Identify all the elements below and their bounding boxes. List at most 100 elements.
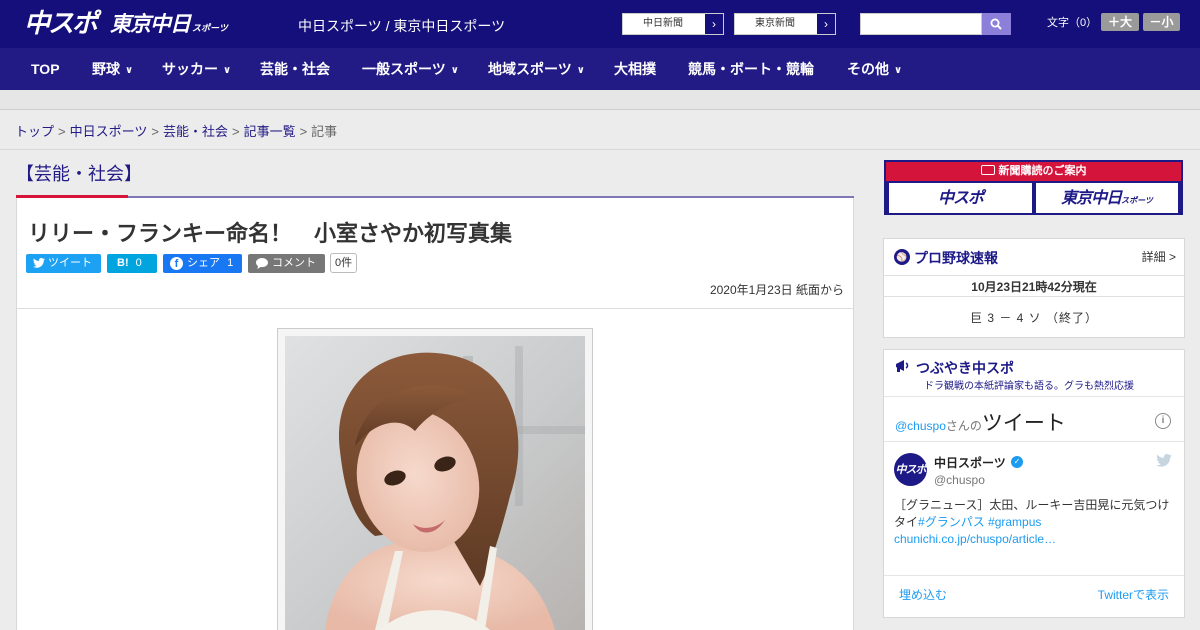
hatena-bookmark-button[interactable]: B! 0 [107, 254, 157, 273]
portrait-image [285, 336, 585, 630]
search-button[interactable] [982, 13, 1011, 35]
nav-item-general-sports[interactable]: 一般スポーツ ∨ [362, 48, 459, 90]
ext-link-label: 中日新聞 [643, 18, 683, 29]
breadcrumb-separator: > [231, 124, 240, 139]
nav-item-racing[interactable]: 競馬・ボート・競輪 [688, 48, 814, 90]
chevron-down-icon: ∨ [450, 65, 459, 76]
nav-label: 野球 [92, 61, 120, 77]
twitter-bird-icon[interactable] [1156, 454, 1172, 467]
nav-label: 競馬・ボート・競輪 [688, 61, 814, 77]
chuspo-subscribe-button[interactable]: 中スポ [889, 183, 1032, 213]
divider [884, 396, 1184, 397]
breadcrumb-chuspo[interactable]: 中日スポーツ [70, 124, 148, 139]
nav-item-sumo[interactable]: 大相撲 [614, 48, 656, 90]
nav-label: その他 [847, 61, 889, 77]
category-heading: 【芸能・社会】 [16, 164, 142, 184]
tweets-by-header: @chuspoさんのツイート [895, 407, 1066, 437]
newspaper-icon [980, 165, 995, 175]
top-header: 中スポ 東京中日 スポーツ 中日スポーツ / 東京中日スポーツ 中日新聞 › 東京… [0, 0, 1200, 48]
promo-b-small: スポーツ [1121, 196, 1153, 205]
nav-label: 芸能・社会 [260, 61, 330, 77]
widget-subtitle: ドラ観戦の本紙評論家も語る。グラも熱烈応援 [924, 381, 1134, 392]
breadcrumb: トップ > 中日スポーツ > 芸能・社会 > 記事一覧 > 記事 [15, 121, 337, 140]
chevron-right-icon: › [815, 14, 835, 34]
breadcrumb-top[interactable]: トップ [15, 124, 54, 139]
facebook-label: シェア [187, 257, 220, 269]
divider [884, 575, 1184, 576]
tweets-by-title: ツイート [981, 412, 1066, 435]
nav-item-other[interactable]: その他 ∨ [847, 48, 902, 90]
tokyo-shimbun-link[interactable]: 東京新聞 › [734, 13, 836, 35]
nav-item-soccer[interactable]: サッカー ∨ [162, 48, 231, 90]
font-size-label: 文字（0） [1047, 17, 1098, 29]
nav-item-regional-sports[interactable]: 地域スポーツ ∨ [488, 48, 585, 90]
tokyo-chunichi-subscribe-button[interactable]: 東京中日スポーツ [1036, 183, 1178, 213]
tweet-hashtags[interactable]: #グランパス #grampus [918, 515, 1041, 529]
site-name: 中日スポーツ / 東京中日スポーツ [298, 18, 506, 34]
divider [884, 441, 1184, 442]
embed-link[interactable]: 埋め込む [899, 586, 947, 603]
avatar[interactable]: 中スポ [894, 453, 927, 486]
nav-label: 一般スポーツ [362, 61, 446, 77]
facebook-count: 1 [227, 257, 234, 269]
verified-badge-icon: ✓ [1011, 456, 1023, 468]
tweet-text: ［グラニュース］太田、ルーキー吉田晃に元気つけタイ#グランパス #grampus… [894, 497, 1180, 548]
nav-label: TOP [31, 61, 60, 77]
details-link[interactable]: 詳細 > [1142, 248, 1176, 265]
font-larger-button[interactable]: ＋大 [1101, 13, 1139, 31]
twitter-bird-icon [33, 258, 45, 268]
facebook-share-button[interactable]: f シェア 1 [163, 254, 242, 273]
speech-bubble-icon [256, 258, 268, 269]
ad-strip [0, 90, 1200, 110]
subscription-banner[interactable]: 新聞購読のご案内 中スポ 東京中日スポーツ [884, 160, 1183, 215]
comment-label: コメント [272, 257, 316, 269]
nav-item-entertainment[interactable]: 芸能・社会 [260, 48, 330, 90]
score-timestamp: 10月23日21時42分現在 [884, 275, 1184, 297]
comment-button[interactable]: コメント [248, 254, 325, 273]
nav-label: 地域スポーツ [488, 61, 572, 77]
font-smaller-button[interactable]: －小 [1143, 13, 1180, 31]
article-title: リリー・フランキー命名！ 小室さやか初写真集 [28, 221, 513, 246]
chevron-down-icon: ∨ [125, 65, 134, 76]
breadcrumb-entertainment[interactable]: 芸能・社会 [163, 124, 228, 139]
tweet-author-handle[interactable]: @chuspo [934, 473, 985, 487]
game-score[interactable]: 巨 3 － 4 ソ （終了） [884, 309, 1184, 326]
tokyo-logo-text: 東京中日 [110, 12, 191, 36]
chevron-right-icon: › [703, 14, 723, 34]
widget-title: つぶやき中スポ [916, 360, 1014, 376]
baseball-icon: ⚾ [894, 249, 910, 265]
main-nav: TOP 野球 ∨ サッカー ∨ 芸能・社会 一般スポーツ ∨ 地域スポーツ ∨ 大相撲 … [0, 48, 1200, 90]
hatena-count: 0 [135, 257, 142, 269]
tweet-author-name[interactable]: 中日スポーツ [934, 454, 1006, 471]
facebook-icon: f [170, 257, 183, 270]
divider [0, 149, 1200, 150]
tweet-label: ツイート [48, 257, 92, 269]
nav-label: 大相撲 [614, 61, 656, 77]
subscription-label: 新聞購読のご案内 [998, 165, 1087, 177]
tweets-by-suffix: さんの [945, 419, 982, 433]
ext-link-label: 東京新聞 [755, 18, 795, 29]
article-photo[interactable] [285, 336, 585, 630]
tokyo-logo-small: スポーツ [192, 24, 228, 34]
twitter-widget: つぶやき中スポ ドラ観戦の本紙評論家も語る。グラも熱烈応援 @chuspoさんの… [883, 349, 1185, 618]
chuspo-logo[interactable]: 中スポ [24, 9, 98, 39]
chunichi-shimbun-link[interactable]: 中日新聞 › [622, 13, 724, 35]
baseball-scores-widget: ⚾ プロ野球速報 詳細 > 10月23日21時42分現在 巨 3 － 4 ソ （… [883, 238, 1185, 338]
tweets-by-handle[interactable]: @chuspo [895, 419, 946, 433]
chevron-down-icon: ∨ [223, 65, 232, 76]
tweet-button[interactable]: ツイート [26, 254, 101, 273]
breadcrumb-article-list[interactable]: 記事一覧 [244, 124, 296, 139]
nav-item-baseball[interactable]: 野球 ∨ [92, 48, 133, 90]
hatena-label: B! [117, 257, 129, 269]
promo-b-label: 東京中日 [1061, 188, 1122, 207]
info-icon[interactable]: i [1155, 413, 1171, 429]
view-on-twitter-link[interactable]: Twitterで表示 [1098, 586, 1169, 603]
tweet-link[interactable]: chunichi.co.jp/chuspo/article… [894, 532, 1056, 546]
breadcrumb-separator: > [299, 124, 308, 139]
chevron-down-icon: ∨ [576, 65, 585, 76]
search-icon [990, 18, 1002, 30]
nav-item-top[interactable]: TOP [31, 48, 60, 90]
search-input[interactable] [860, 13, 982, 35]
breadcrumb-current: 記事 [311, 124, 338, 139]
tokyo-chunichi-logo[interactable]: 東京中日 スポーツ [110, 11, 228, 42]
